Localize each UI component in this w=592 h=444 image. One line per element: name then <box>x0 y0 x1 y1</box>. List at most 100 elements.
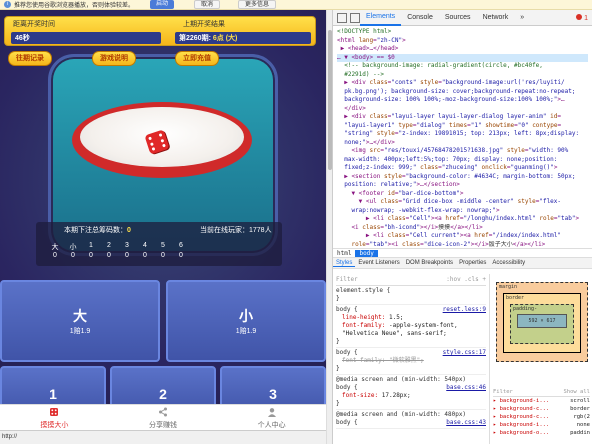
bet-big-label: 大 <box>73 308 87 324</box>
computed-filter[interactable]: Filter <box>493 388 513 396</box>
infobar-more-button[interactable]: 更多信息 <box>238 0 277 9</box>
bet-small-label: 小 <box>239 308 253 324</box>
nav-item-label: 个人中心 <box>257 422 286 429</box>
styles-filter[interactable]: Filter :hov .cls + <box>336 276 486 286</box>
total-chips-label: 本期下注总筹码数： <box>64 227 127 234</box>
infobar-cancel-button[interactable]: 取消 <box>194 0 221 9</box>
subtab-accessibility[interactable]: Accessibility <box>489 260 528 266</box>
devtools-tabbar: Elements Console Sources Network » 1 <box>333 10 592 26</box>
styles-filter-input[interactable]: Filter <box>336 276 358 285</box>
error-icon <box>576 13 583 20</box>
infobar-message: 推荐您使用谷歌浏览器播放，否则体验较差。 <box>14 3 135 9</box>
subtab-styles[interactable]: Styles <box>333 260 356 267</box>
breadcrumb: html body <box>333 248 592 258</box>
box-content-size: 592 × 617 <box>517 314 567 328</box>
online-players: 当前在线玩家：1778人 <box>200 227 272 234</box>
crumb-body[interactable]: body <box>355 249 378 257</box>
bet-header: 5 <box>161 242 165 249</box>
tab-sources[interactable]: Sources <box>439 14 477 21</box>
computed-value: none <box>576 422 590 428</box>
styles-filter-tools[interactable]: :hov .cls + <box>446 276 486 285</box>
bet-value: 0 <box>89 252 93 259</box>
computed-row[interactable]: ▸ background-c... rgb(2 <box>493 413 590 421</box>
bet-small-odds: 1赔1.9 <box>235 328 257 335</box>
device-toolbar-icon[interactable] <box>350 12 360 23</box>
computed-value: paddin <box>570 430 590 436</box>
result-header: 距离开奖时间 上期开奖结果 46秒 第2260期: 6点 (大) <box>4 16 316 46</box>
bet-header: 3 <box>125 242 129 249</box>
box-padding: padding- 592 × 617 <box>510 304 574 344</box>
error-counter[interactable]: 1 <box>576 13 592 22</box>
computed-prop: background-c... <box>499 406 550 412</box>
bet-header: 4 <box>143 242 147 249</box>
crumb-html[interactable]: html <box>333 250 355 257</box>
computed-row[interactable]: ▸ background-c... border <box>493 405 590 413</box>
nav-item-label: 摸摸大小 <box>40 422 69 429</box>
tab-console[interactable]: Console <box>401 14 439 21</box>
computed-prop: background-c... <box>499 414 550 420</box>
box-border: border padding- 592 × 617 <box>503 293 581 353</box>
subtab-event-listeners[interactable]: Event Listeners <box>355 260 402 266</box>
nav-item-label: 分享赚钱 <box>149 422 177 429</box>
bet-header: 2 <box>107 242 111 249</box>
padding-label: padding- <box>513 306 538 312</box>
computed-pane: Filter Show all ▸ background-i... scroll … <box>489 386 592 444</box>
bet-small-button[interactable]: 小 1赔1.9 <box>166 280 326 362</box>
subtab-properties[interactable]: Properties <box>456 260 489 266</box>
bet-value: 0 <box>143 252 147 259</box>
bet-value: 0 <box>107 252 111 259</box>
error-count: 1 <box>584 14 588 22</box>
history-button[interactable]: 往期记录 <box>8 51 52 66</box>
last-result-value: 第2260期: 6点 (大) <box>175 32 311 44</box>
infobar-primary-button[interactable]: 启动 <box>150 0 175 9</box>
browser-infobar: i 推荐您使用谷歌浏览器播放，否则体验较差。 启动 取消 更多信息 <box>0 0 592 10</box>
bet-value: 0 <box>53 252 57 259</box>
styles-subtabs: Styles Event Listeners DOM Breakpoints P… <box>333 258 592 269</box>
box-margin: margin border padding- 592 × 617 <box>496 282 588 362</box>
bet-value: 0 <box>125 252 129 259</box>
tab-network[interactable]: Network <box>477 14 515 21</box>
last-result-period: 第2260期: <box>179 35 211 42</box>
computed-value: scroll <box>570 398 590 404</box>
bet-big-odds: 1赔1.9 <box>69 328 91 335</box>
computed-row[interactable]: ▸ background-i... scroll <box>493 397 590 405</box>
computed-row[interactable]: ▸ background-o... paddin <box>493 429 590 437</box>
bet-header: 1 <box>89 242 93 249</box>
computed-prop: background-o... <box>499 430 550 436</box>
bet-header: 6 <box>179 242 183 249</box>
margin-label: margin <box>499 284 518 290</box>
box-model-diagram: margin border padding- 592 × 617 <box>489 274 592 386</box>
bet-stats-panel: 本期下注总筹码数：0 当前在线玩家：1778人 大 小 1 2 3 4 5 6 … <box>36 222 282 266</box>
computed-row[interactable]: ▸ background-i... none <box>493 421 590 429</box>
dom-tree[interactable]: <!DOCTYPE html> <html lang="zh-CN"> ▶ <h… <box>333 26 592 248</box>
inspect-icon[interactable] <box>337 12 347 23</box>
bet-values-row: 0 0 0 0 0 0 0 0 <box>46 252 196 259</box>
bet-big-button[interactable]: 大 1赔1.9 <box>0 280 160 362</box>
countdown-value: 46秒 <box>11 32 161 44</box>
bet-header: 小 <box>69 244 77 251</box>
bet-header: 大 <box>51 244 59 251</box>
rules-button[interactable]: 游戏说明 <box>92 51 136 66</box>
recharge-button[interactable]: 立即充值 <box>175 51 219 66</box>
countdown-label: 距离开奖时间 <box>13 21 55 28</box>
computed-prop: background-i... <box>499 422 550 428</box>
more-tabs-button[interactable]: » <box>514 14 530 21</box>
dice-nav-icon <box>50 408 59 416</box>
bet-value: 0 <box>179 252 183 259</box>
tab-elements[interactable]: Elements <box>360 10 402 26</box>
border-label: border <box>506 295 525 301</box>
computed-prop: background-i... <box>499 398 550 404</box>
styles-pane: Filter :hov .cls + element.style {} body… <box>333 274 489 444</box>
user-icon <box>267 408 276 417</box>
total-chips-value: 0 <box>127 227 131 234</box>
bet-value: 0 <box>71 252 75 259</box>
info-icon: i <box>4 1 11 8</box>
share-icon <box>159 407 167 417</box>
bet-headers-row: 大 小 1 2 3 4 5 6 <box>46 242 196 252</box>
show-all-checkbox[interactable]: Show all <box>564 388 591 396</box>
total-chips: 本期下注总筹码数：0 <box>64 225 131 235</box>
computed-value: border <box>570 406 590 412</box>
subtab-dom-breakpoints[interactable]: DOM Breakpoints <box>403 260 456 266</box>
last-result-points: 6点 (大) <box>212 35 238 42</box>
computed-value: rgb(2 <box>573 414 590 420</box>
